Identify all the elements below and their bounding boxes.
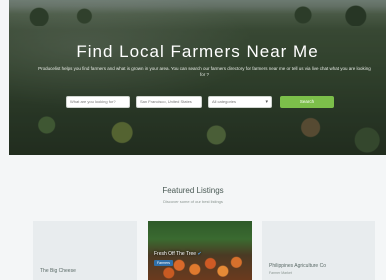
verified-icon: ✔ [197,251,202,257]
hero-banner: Find Local Farmers Near Me Producelist h… [9,0,386,155]
hero-description: Producelist helps you find farmers and w… [38,66,371,77]
category-select[interactable]: All categories ▾ [208,96,272,108]
hero-title: Find Local Farmers Near Me [76,42,319,61]
featured-listings-title: Featured Listings [162,186,224,195]
chevron-down-icon: ▾ [265,99,268,105]
listing-card[interactable]: The Big Cheese [33,221,137,280]
category-select-value: All categories [212,99,237,104]
location-input[interactable]: San Francisco, United States [136,96,202,108]
featured-listings-subtitle: Discover some of our best listings [163,199,223,204]
search-button[interactable]: Search [280,96,334,108]
listing-card[interactable]: Fresh Off The Tree ✔ Farmers [148,221,252,280]
listing-category-badge: Farmers [154,260,174,266]
listing-card[interactable]: Philippines Agriculture Co Farmer Market [262,221,375,280]
listing-name[interactable]: Fresh Off The Tree ✔ [154,251,202,257]
listing-subtitle: Farmer Market [269,271,292,275]
what-search-input[interactable]: What are you looking for? [66,96,130,108]
listing-name[interactable]: The Big Cheese [40,268,76,274]
listing-name[interactable]: Philippines Agriculture Co [269,263,326,269]
